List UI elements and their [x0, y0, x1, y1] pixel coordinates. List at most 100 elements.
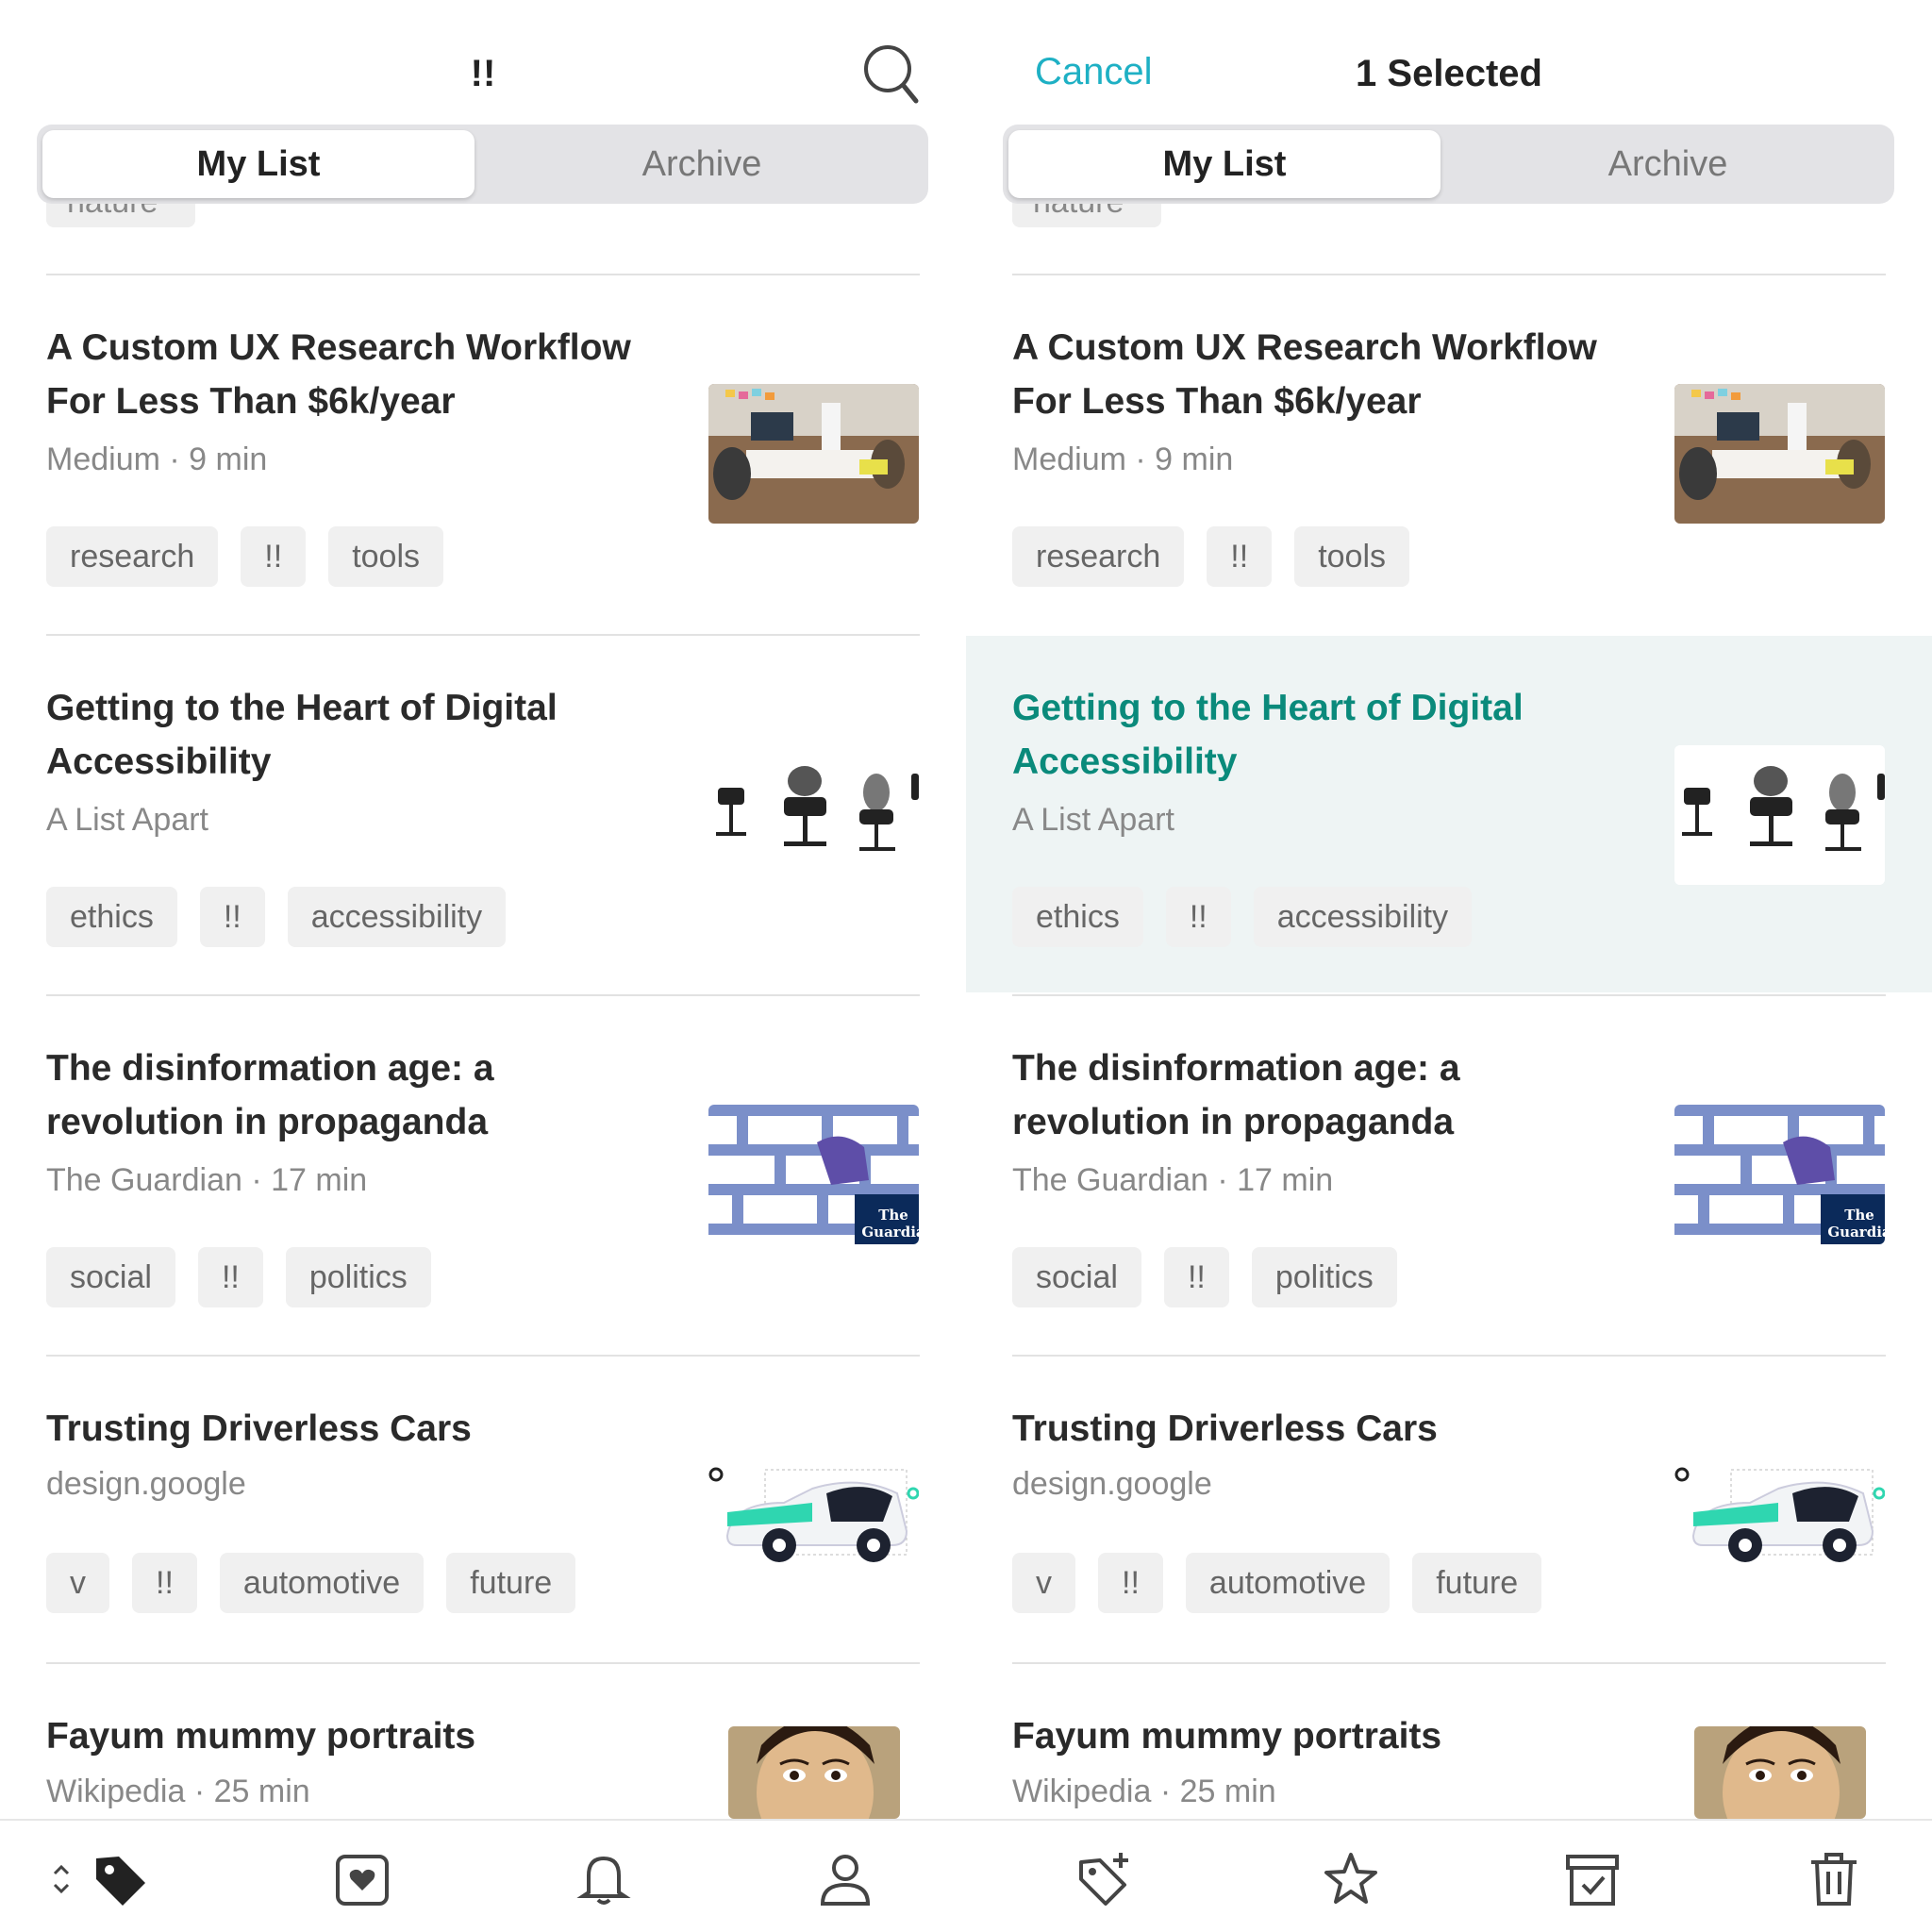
- article-thumbnail: [1694, 1726, 1866, 1819]
- article-item-selected[interactable]: Getting to the Heart of Digital Accessibi…: [966, 636, 1932, 992]
- article-item[interactable]: A Custom UX Research Workflow For Less Th…: [0, 275, 966, 634]
- tag-chip[interactable]: research: [1012, 526, 1185, 587]
- tag-chip[interactable]: !!: [1165, 887, 1231, 947]
- article-thumbnail: [708, 745, 919, 885]
- article-item[interactable]: Fayum mummy portraits Wikipedia · 25 min: [0, 1664, 966, 1819]
- article-meta: Wikipedia · 25 min: [1012, 1774, 1276, 1809]
- search-icon[interactable]: [862, 43, 919, 106]
- tag-chip[interactable]: tools: [1294, 526, 1410, 587]
- tag-chip[interactable]: !!: [199, 887, 265, 947]
- trash-icon[interactable]: [1804, 1849, 1864, 1909]
- article-meta: design.google: [1012, 1466, 1212, 1502]
- heart-icon[interactable]: [332, 1849, 392, 1909]
- article-meta: A List Apart: [1012, 802, 1174, 838]
- archive-icon[interactable]: [1562, 1849, 1623, 1909]
- article-item[interactable]: Trusting Driverless Cars design.google v…: [966, 1357, 1932, 1662]
- header: !!: [0, 0, 966, 118]
- tag-chip[interactable]: v: [1012, 1553, 1075, 1613]
- tab-archive[interactable]: Archive: [1448, 130, 1888, 198]
- tag-list: research !! tools: [1012, 526, 1410, 587]
- tag-list: social !! politics: [1012, 1247, 1397, 1307]
- star-icon[interactable]: [1321, 1849, 1381, 1909]
- article-thumbnail: [1674, 745, 1885, 885]
- article-item[interactable]: A Custom UX Research Workflow For Less Th…: [966, 275, 1932, 634]
- tag-chip[interactable]: !!: [197, 1247, 263, 1307]
- article-meta: Wikipedia · 25 min: [46, 1774, 310, 1809]
- tag-chip[interactable]: research: [46, 526, 219, 587]
- tag-chip[interactable]: tools: [328, 526, 444, 587]
- article-thumbnail: The Guardia: [1674, 1105, 1885, 1244]
- tab-my-list[interactable]: My List: [1008, 130, 1441, 198]
- article-item[interactable]: The disinformation age: a revolution in p…: [0, 996, 966, 1355]
- article-item[interactable]: Getting to the Heart of Digital Accessibi…: [0, 636, 966, 994]
- article-meta: Medium · 9 min: [1012, 441, 1234, 477]
- article-meta: The Guardian · 17 min: [46, 1162, 368, 1198]
- tag-chip[interactable]: future: [1412, 1553, 1542, 1613]
- tag-chip[interactable]: accessibility: [1253, 887, 1473, 947]
- left-pane: !! nature My List Archive A Custom UX Re…: [0, 0, 966, 1932]
- article-title[interactable]: The disinformation age: a revolution in p…: [1012, 1041, 1654, 1149]
- article-meta: A List Apart: [46, 802, 208, 838]
- tag-list: ethics !! accessibility: [46, 887, 507, 947]
- right-pane: Cancel 1 Selected nature My List Archive…: [966, 0, 1932, 1932]
- article-title[interactable]: The disinformation age: a revolution in p…: [46, 1041, 688, 1149]
- article-thumbnail: [708, 1451, 919, 1574]
- tag-chip[interactable]: !!: [241, 526, 307, 587]
- page-title: !!: [470, 53, 496, 94]
- tag-chip[interactable]: !!: [132, 1553, 197, 1613]
- tag-list: social !! politics: [46, 1247, 431, 1307]
- selection-count-title: 1 Selected: [1356, 53, 1542, 94]
- tag-list: ethics !! accessibility: [1012, 887, 1473, 947]
- article-item[interactable]: Fayum mummy portraits Wikipedia · 25 min: [966, 1664, 1932, 1819]
- bottom-toolbar: [0, 1819, 966, 1932]
- svg-text:Guardia: Guardia: [1827, 1224, 1885, 1241]
- tab-archive[interactable]: Archive: [482, 130, 922, 198]
- bulk-action-toolbar: [966, 1819, 1932, 1932]
- bell-icon[interactable]: [574, 1849, 634, 1909]
- article-item[interactable]: The disinformation age: a revolution in p…: [966, 996, 1932, 1355]
- article-thumbnail: [1674, 384, 1885, 524]
- article-title[interactable]: A Custom UX Research Workflow For Less Th…: [1012, 321, 1654, 428]
- tag-chip[interactable]: !!: [1163, 1247, 1229, 1307]
- tag-chip[interactable]: automotive: [1185, 1553, 1391, 1613]
- article-thumbnail: The Guardia: [708, 1105, 919, 1244]
- tab-my-list[interactable]: My List: [42, 130, 475, 198]
- tag-chip[interactable]: politics: [1251, 1247, 1397, 1307]
- tag-list: v !! automotive future: [46, 1553, 576, 1613]
- article-title[interactable]: A Custom UX Research Workflow For Less Th…: [46, 321, 688, 428]
- tag-chip[interactable]: v: [46, 1553, 109, 1613]
- tag-chip[interactable]: !!: [1207, 526, 1273, 587]
- article-thumbnail: [728, 1726, 900, 1819]
- list-segmented-control: My List Archive: [37, 125, 928, 204]
- article-meta: design.google: [46, 1466, 246, 1502]
- article-meta: Medium · 9 min: [46, 441, 268, 477]
- tag-chip[interactable]: nature: [46, 203, 195, 227]
- tag-chip[interactable]: politics: [285, 1247, 431, 1307]
- profile-icon[interactable]: [815, 1849, 875, 1909]
- article-title[interactable]: Trusting Driverless Cars: [1012, 1402, 1654, 1456]
- article-title[interactable]: Trusting Driverless Cars: [46, 1402, 688, 1456]
- tag-icon[interactable]: [91, 1849, 151, 1909]
- svg-text:Guardia: Guardia: [861, 1224, 919, 1241]
- tag-chip[interactable]: social: [46, 1247, 175, 1307]
- article-title[interactable]: Fayum mummy portraits: [46, 1709, 688, 1763]
- svg-text:The: The: [1844, 1207, 1874, 1224]
- add-tag-icon[interactable]: [1075, 1849, 1136, 1909]
- article-title[interactable]: Getting to the Heart of Digital Accessibi…: [1012, 681, 1654, 789]
- tag-chip[interactable]: social: [1012, 1247, 1141, 1307]
- tag-chip[interactable]: future: [446, 1553, 576, 1613]
- article-meta: The Guardian · 17 min: [1012, 1162, 1334, 1198]
- tag-chip[interactable]: ethics: [1012, 887, 1143, 947]
- article-title[interactable]: Fayum mummy portraits: [1012, 1709, 1654, 1763]
- article-item[interactable]: Trusting Driverless Cars design.google v…: [0, 1357, 966, 1662]
- article-title[interactable]: Getting to the Heart of Digital Accessibi…: [46, 681, 688, 789]
- sort-icon[interactable]: [47, 1849, 75, 1909]
- svg-text:The: The: [878, 1207, 908, 1224]
- tag-chip[interactable]: automotive: [219, 1553, 425, 1613]
- tag-chip[interactable]: nature: [1012, 203, 1161, 227]
- tag-chip[interactable]: accessibility: [287, 887, 507, 947]
- tag-chip[interactable]: ethics: [46, 887, 177, 947]
- header: Cancel 1 Selected: [966, 0, 1932, 118]
- tag-chip[interactable]: !!: [1098, 1553, 1163, 1613]
- tag-list: research !! tools: [46, 526, 444, 587]
